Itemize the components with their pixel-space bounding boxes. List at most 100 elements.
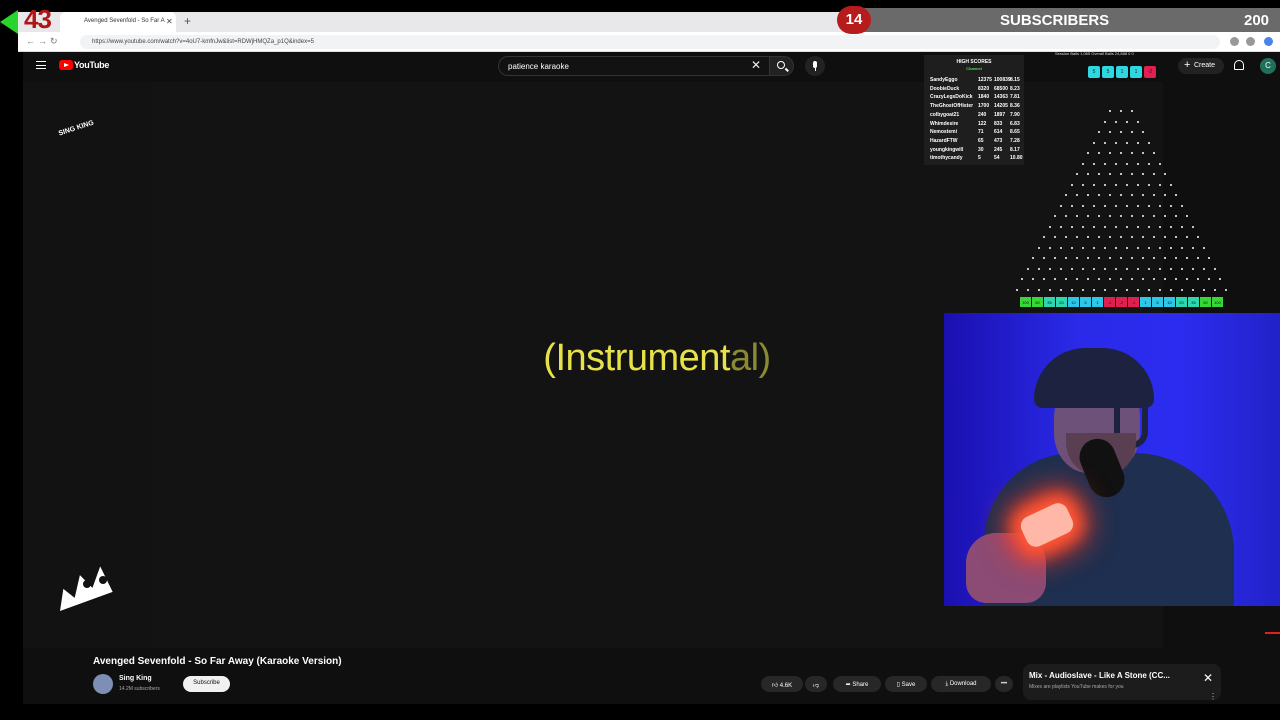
youtube-brand[interactable]: YouTube: [74, 60, 109, 70]
session-stats: Session Balls 1,065 Overall Balls 24,888…: [1055, 51, 1134, 56]
plinko-peg: [1087, 236, 1089, 238]
vertical-more-icon[interactable]: ⋮: [1209, 692, 1217, 701]
plinko-peg: [1114, 204, 1117, 207]
plinko-peg: [1158, 204, 1161, 207]
plinko-peg: [1092, 246, 1095, 249]
share-button[interactable]: ➦ Share: [833, 676, 881, 692]
more-actions-button[interactable]: •••: [995, 676, 1013, 692]
plinko-peg: [1147, 183, 1150, 186]
plinko-peg: [1015, 288, 1018, 291]
dislike-button[interactable]: 👎︎: [805, 676, 827, 692]
plinko-peg: [1131, 173, 1133, 175]
plinko-peg: [1142, 215, 1144, 217]
high-score-row: colbygoat21 240 1897 7.90: [930, 112, 1022, 120]
plinko-slot: 50: [1200, 297, 1211, 307]
plinko-peg: [1092, 267, 1095, 270]
plinko-peg: [1109, 278, 1111, 280]
plinko-peg: [1175, 215, 1177, 217]
high-score-row: DoobieDuck 8320 68500 8.23: [930, 86, 1022, 94]
plinko-peg: [1202, 267, 1205, 270]
high-score-row: Whimdesire 122 833 6.83: [930, 121, 1022, 129]
reload-icon[interactable]: ↻: [50, 36, 58, 47]
plinko-peg: [1087, 215, 1089, 217]
plinko-peg: [1114, 246, 1117, 249]
plinko-peg: [1043, 257, 1045, 259]
plinko-peg: [1032, 278, 1034, 280]
plinko-peg: [1180, 246, 1183, 249]
clear-search-icon[interactable]: ✕: [751, 58, 761, 72]
high-score-value: 245: [994, 146, 1003, 153]
extension-icon[interactable]: [1230, 37, 1239, 46]
close-icon[interactable]: ✕: [1203, 671, 1213, 685]
menu-icon[interactable]: [36, 61, 46, 69]
plinko-peg: [1158, 225, 1161, 228]
browser-tab[interactable]: Avenged Sevenfold - So Far A: [60, 12, 176, 32]
high-score-name: youngkingwill: [930, 146, 964, 153]
plinko-slot: -1: [1128, 297, 1139, 307]
ball-score: -2: [1144, 66, 1156, 78]
plinko-peg: [1213, 288, 1216, 291]
voice-search-icon[interactable]: [805, 56, 825, 76]
plinko-peg: [1147, 246, 1150, 249]
tab-close-icon[interactable]: ✕: [166, 17, 173, 26]
like-button[interactable]: 👍︎ 4.6K: [761, 676, 803, 692]
webcam-feed: [944, 313, 1280, 606]
plinko-peg: [1076, 194, 1078, 196]
save-button[interactable]: ▯ Save: [885, 676, 927, 692]
plinko-peg: [1208, 278, 1210, 280]
subscribe-button[interactable]: Subscribe: [183, 676, 230, 692]
search-icon: [777, 61, 785, 69]
channel-avatar[interactable]: [93, 674, 113, 694]
plinko-peg: [1142, 173, 1144, 175]
plinko-peg: [1081, 204, 1084, 207]
ball-score: 1: [1116, 66, 1128, 78]
high-score-row: timothycandy 5 54 10.80: [930, 155, 1023, 163]
high-score-value: 14205: [994, 103, 1008, 110]
plinko-peg: [1043, 236, 1045, 238]
youtube-logo-icon[interactable]: [59, 60, 73, 70]
plinko-peg: [1147, 141, 1150, 144]
plinko-slot: 35: [1044, 297, 1055, 307]
plinko-peg: [1026, 267, 1029, 270]
tab-title: Avenged Sevenfold - So Far A: [84, 18, 165, 24]
plinko-peg: [1169, 204, 1172, 207]
high-score-value: 833: [994, 120, 1003, 127]
plinko-peg: [1098, 173, 1100, 175]
plinko-peg: [1114, 267, 1117, 270]
sing-king-logo: [60, 566, 113, 612]
high-score-name: timothycandy: [930, 155, 963, 162]
plinko-peg: [1142, 236, 1144, 238]
plinko-peg: [1070, 288, 1073, 291]
channel-name[interactable]: Sing King: [119, 675, 152, 682]
subscriber-count-badge: 14: [837, 6, 871, 34]
new-tab-icon[interactable]: +: [184, 14, 191, 28]
high-score-value: 614: [994, 129, 1003, 136]
plinko-slot: -1: [1104, 297, 1115, 307]
address-bar[interactable]: https://www.youtube.com/watch?v=4oU7-kmf…: [80, 35, 1220, 49]
ball-score: 5: [1102, 66, 1114, 78]
notifications-icon[interactable]: [1234, 60, 1244, 70]
plinko-peg: [1114, 120, 1117, 123]
forward-icon[interactable]: →: [38, 36, 47, 46]
high-score-value: 8320: [978, 85, 990, 92]
account-avatar[interactable]: C: [1260, 58, 1276, 74]
download-button[interactable]: ⤓ Download: [931, 676, 991, 692]
chrome-menu-icon[interactable]: [1264, 37, 1273, 46]
screen: Avenged Sevenfold - So Far A ✕ + ← → ↻ h…: [0, 0, 1280, 720]
plinko-peg: [1076, 215, 1078, 217]
sing-king-wordmark: SING KING: [57, 119, 95, 138]
plinko-peg: [1202, 288, 1205, 291]
plinko-peg: [1103, 120, 1106, 123]
plinko-peg: [1026, 288, 1029, 291]
high-score-value: 1700: [978, 103, 990, 110]
plinko-peg: [1175, 236, 1177, 238]
search-button[interactable]: [770, 56, 794, 76]
search-input[interactable]: patience karaoke: [498, 56, 770, 76]
create-button[interactable]: + Create: [1178, 58, 1224, 74]
plinko-peg: [1070, 183, 1073, 186]
viewer-counter: 43: [24, 4, 52, 34]
back-icon[interactable]: ←: [26, 36, 35, 46]
mix-playlist-card[interactable]: Mix - Audioslave - Like A Stone (CC... M…: [1023, 664, 1221, 701]
plinko-peg: [1158, 162, 1161, 165]
profile-icon[interactable]: [1246, 37, 1255, 46]
